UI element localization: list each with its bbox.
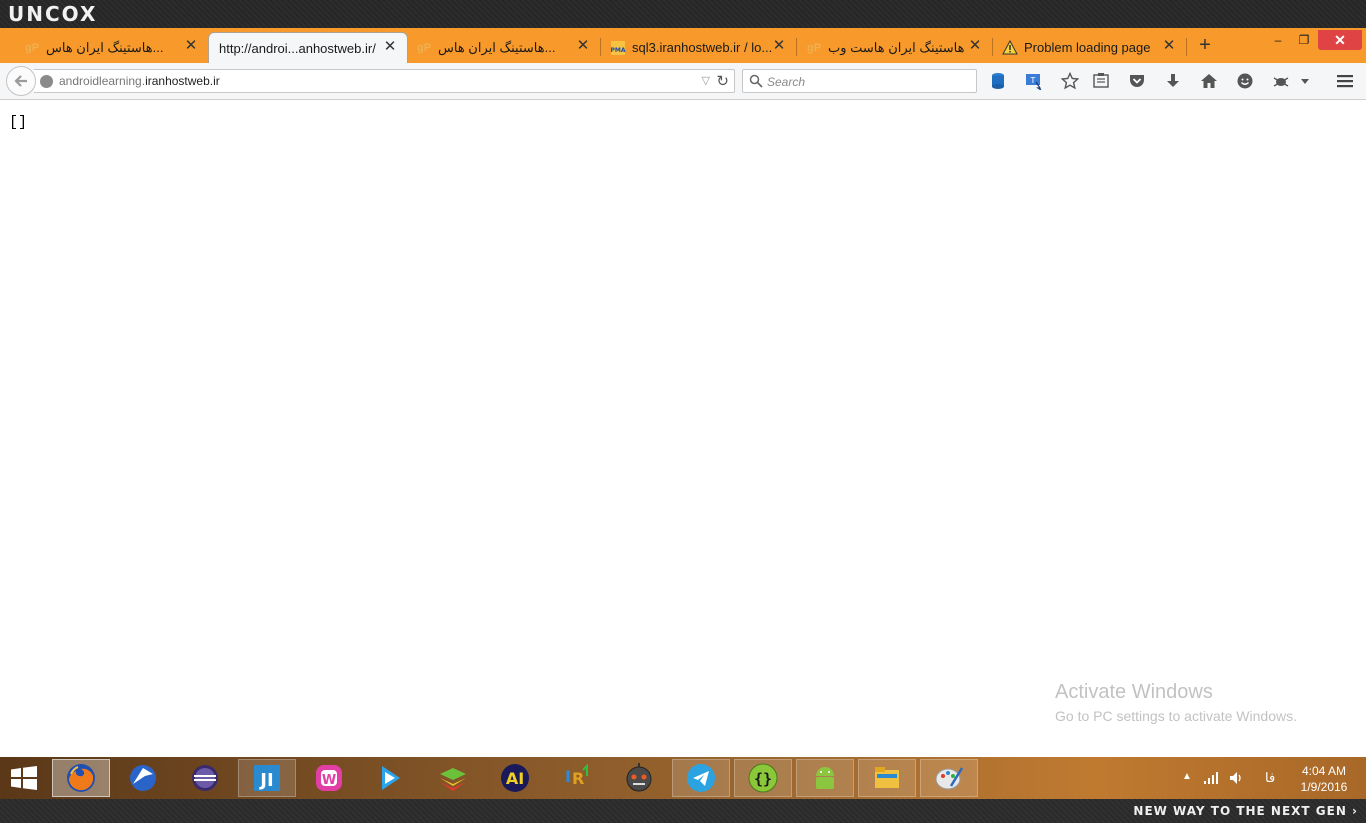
search-input[interactable]: [767, 73, 967, 90]
gp-icon: gP: [416, 41, 432, 54]
aimp-icon[interactable]: AI: [486, 759, 544, 797]
restore-button[interactable]: ❐: [1292, 30, 1316, 50]
firefox-icon[interactable]: [52, 759, 110, 797]
url-text[interactable]: androidlearning.iranhostweb.ir: [59, 74, 220, 88]
close-icon[interactable]: ✕: [968, 38, 982, 53]
tab-separator: [1186, 38, 1187, 56]
paint-icon[interactable]: [920, 759, 978, 797]
watermark-title: Activate Windows: [1055, 681, 1213, 703]
brand-bar: UNCOX: [0, 0, 1366, 28]
search-bar[interactable]: [742, 69, 977, 93]
tab-3[interactable]: gP هاستینگ ایران هاس... ✕: [406, 32, 600, 63]
maxthon-icon[interactable]: [114, 759, 172, 797]
eclipse-icon[interactable]: [176, 759, 234, 797]
clock-date: 1/9/2016: [1300, 780, 1348, 794]
tab-strip: gP هاستینگ ایران هاس... ✕ http://androi.…: [0, 28, 1366, 63]
tab-4[interactable]: PMA sql3.iranhostweb.ir / lo... ✕: [600, 32, 796, 63]
svg-text:JI: JI: [258, 770, 273, 791]
close-window-button[interactable]: ✕: [1318, 30, 1362, 50]
globe-icon: [40, 75, 53, 88]
url-bar[interactable]: androidlearning.iranhostweb.ir ▽ ↻: [34, 69, 735, 93]
volume-icon[interactable]: [1228, 770, 1244, 786]
back-arrow-icon: [14, 75, 27, 87]
brand-logo: UNCOX: [8, 2, 98, 26]
download-icon[interactable]: [1162, 70, 1184, 92]
close-icon[interactable]: ✕: [383, 39, 397, 54]
signal-icon[interactable]: [1203, 771, 1219, 785]
android-icon[interactable]: [796, 759, 854, 797]
minimize-button[interactable]: –: [1266, 30, 1290, 50]
bottom-brand-bar: NEW WAY TO THE NEXT GEN ›: [0, 799, 1366, 823]
menu-icon[interactable]: [1334, 70, 1356, 92]
back-button[interactable]: [6, 66, 36, 96]
hello-chat-icon[interactable]: [1234, 70, 1256, 92]
history-dropdown-icon[interactable]: ▽: [702, 74, 710, 87]
tab-title: sql3.iranhostweb.ir / lo...: [632, 40, 773, 55]
url-path: androidlearning.: [59, 74, 146, 88]
tab-5[interactable]: gP هاستینگ ایران هاست وب ✕: [796, 32, 992, 63]
reload-icon[interactable]: ↻: [716, 72, 729, 90]
telegram-icon[interactable]: [672, 759, 730, 797]
svg-text:{}: {}: [754, 770, 772, 788]
tab-1[interactable]: gP هاستینگ ایران هاس... ✕: [14, 32, 208, 63]
gp-icon: gP: [24, 41, 40, 54]
chevron-down-icon[interactable]: [1297, 70, 1313, 92]
search-icon: [749, 74, 763, 88]
intellij-icon[interactable]: JI: [238, 759, 296, 797]
svg-text:AI: AI: [506, 769, 524, 788]
svg-text:W: W: [322, 773, 336, 788]
media-player-icon[interactable]: [360, 759, 418, 797]
tab-title: http://androi...anhostweb.ir/: [219, 40, 376, 56]
bluestacks-icon[interactable]: [424, 759, 482, 797]
bot-icon[interactable]: [610, 759, 668, 797]
database-icon[interactable]: [987, 70, 1009, 92]
taskbar: JI W AI IR {} ▲ فا 4:04 AM 1/9/2016: [0, 757, 1366, 799]
svg-text:I: I: [565, 767, 571, 786]
page-body-text: []: [9, 114, 28, 131]
bookmark-star-icon[interactable]: [1059, 70, 1081, 92]
tab-2[interactable]: http://androi...anhostweb.ir/ ✕: [208, 32, 408, 63]
wamp-icon[interactable]: W: [300, 759, 358, 797]
watermark-subtitle: Go to PC settings to activate Windows.: [1055, 708, 1297, 724]
close-icon[interactable]: ✕: [772, 38, 786, 53]
svg-text:T: T: [1030, 76, 1036, 85]
close-icon[interactable]: ✕: [184, 38, 198, 53]
tab-title: هاستینگ ایران هاس...: [438, 39, 556, 55]
svg-text:R: R: [572, 769, 584, 788]
pma-icon: PMA: [610, 40, 626, 56]
page-content: []: [0, 101, 1366, 757]
warning-icon: [1002, 39, 1018, 56]
gp-icon: gP: [806, 41, 822, 54]
clock-time: 4:04 AM: [1301, 764, 1347, 778]
brand-tagline: NEW WAY TO THE NEXT GEN ›: [1133, 804, 1358, 818]
show-hidden-icons-icon[interactable]: ▲: [1182, 771, 1192, 782]
reading-list-icon[interactable]: [1090, 70, 1112, 92]
windows-start-icon[interactable]: [10, 766, 38, 790]
pocket-icon[interactable]: [1126, 70, 1148, 92]
tab-title: هاستینگ ایران هاس...: [46, 39, 164, 55]
file-explorer-icon[interactable]: [858, 759, 916, 797]
navigation-toolbar: androidlearning.iranhostweb.ir ▽ ↻ T: [0, 63, 1366, 100]
irmusic-icon[interactable]: IR: [548, 759, 606, 797]
home-icon[interactable]: [1198, 70, 1220, 92]
activate-windows-watermark: Activate Windows Go to PC settings to ac…: [1055, 681, 1297, 724]
clock[interactable]: 4:04 AM 1/9/2016: [1292, 763, 1356, 795]
tab-6[interactable]: Problem loading page ✕: [992, 32, 1186, 63]
close-icon[interactable]: ✕: [1162, 38, 1176, 53]
json-editor-icon[interactable]: {}: [734, 759, 792, 797]
extension-bug-icon[interactable]: [1270, 70, 1292, 92]
close-icon[interactable]: ✕: [576, 38, 590, 53]
svg-text:PMA: PMA: [610, 47, 625, 54]
tab-title: Problem loading page: [1024, 40, 1151, 55]
tab-title: هاستینگ ایران هاست وب: [828, 39, 965, 55]
url-domain: iranhostweb.ir: [145, 74, 220, 88]
language-indicator[interactable]: فا: [1265, 770, 1275, 786]
new-tab-button[interactable]: +: [1195, 33, 1215, 57]
translate-icon[interactable]: T: [1023, 70, 1045, 92]
